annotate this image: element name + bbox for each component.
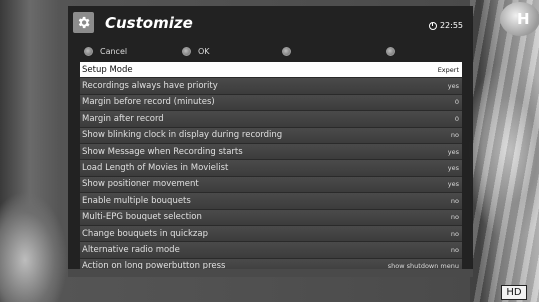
setting-label: Setup Mode — [82, 64, 133, 75]
setting-value: yes — [447, 164, 459, 173]
ok-button[interactable]: OK — [182, 47, 210, 56]
clock-icon — [428, 21, 437, 30]
setting-value: 0 — [454, 98, 459, 107]
gear-icon — [73, 12, 94, 33]
setting-value: no — [450, 245, 459, 254]
setting-row-show-message[interactable]: Show Message when Recording starts yes — [80, 143, 462, 161]
setting-value: no — [450, 196, 459, 205]
setting-label: Show positioner movement — [82, 179, 199, 190]
setting-label: Recordings always have priority — [82, 81, 218, 92]
setting-value: 0 — [454, 114, 459, 123]
setting-row-margin-after[interactable]: Margin after record 0 — [80, 111, 462, 128]
setting-value: no — [450, 131, 459, 140]
panel-footer — [68, 269, 473, 277]
clock: 22:55 — [428, 21, 463, 30]
hd-badge: HD — [501, 285, 527, 300]
clock-time: 22:55 — [439, 21, 463, 30]
yellow-button-icon — [282, 47, 291, 56]
setting-row-multiple-bouquets[interactable]: Enable multiple bouquets no — [80, 193, 462, 210]
setting-label: Alternative radio mode — [82, 244, 180, 255]
red-button-icon — [84, 47, 93, 56]
setting-row-recordings-priority[interactable]: Recordings always have priority yes — [80, 78, 462, 95]
blue-button[interactable] — [386, 47, 402, 56]
setting-row-setup-mode[interactable]: Setup Mode Expert — [80, 62, 462, 79]
blue-button-icon — [386, 47, 395, 56]
setting-label: Load Length of Movies in Movielist — [82, 163, 229, 174]
channel-logo-text: H — [517, 10, 530, 28]
settings-list: Setup Mode Expert Recordings always have… — [80, 62, 462, 276]
button-bar: Cancel OK — [84, 47, 464, 59]
setting-value: Expert — [437, 65, 459, 74]
setting-row-quickzap[interactable]: Change bouquets in quickzap no — [80, 225, 462, 243]
setting-label: Margin before record (minutes) — [82, 97, 215, 108]
tv-background-stripes — [470, 0, 539, 302]
setting-value: yes — [447, 82, 459, 91]
setting-label: Margin after record — [82, 113, 164, 124]
setting-value: yes — [447, 180, 459, 189]
setting-row-load-length[interactable]: Load Length of Movies in Movielist yes — [80, 160, 462, 177]
setting-row-blinking-clock[interactable]: Show blinking clock in display during re… — [80, 127, 462, 144]
setting-label: Show Message when Recording starts — [82, 146, 243, 157]
yellow-button[interactable] — [282, 47, 298, 56]
ok-button-label: OK — [198, 47, 210, 56]
cancel-button-label: Cancel — [100, 47, 128, 56]
setting-row-radio-mode[interactable]: Alternative radio mode no — [80, 242, 462, 259]
customize-panel: Customize 22:55 Cancel OK Setup Mode Exp… — [68, 6, 473, 277]
setting-row-margin-before[interactable]: Margin before record (minutes) 0 — [80, 94, 462, 112]
setting-value: no — [450, 229, 459, 238]
setting-row-positioner[interactable]: Show positioner movement yes — [80, 176, 462, 194]
setting-label: Enable multiple bouquets — [82, 195, 191, 206]
setting-label: Show blinking clock in display during re… — [82, 130, 283, 141]
setting-label: Multi-EPG bouquet selection — [82, 212, 202, 223]
cancel-button[interactable]: Cancel — [84, 47, 127, 56]
green-button-icon — [182, 47, 191, 56]
setting-row-multi-epg[interactable]: Multi-EPG bouquet selection no — [80, 209, 462, 226]
setting-value: yes — [447, 147, 459, 156]
setting-label: Change bouquets in quickzap — [82, 228, 208, 239]
setting-value: no — [450, 213, 459, 222]
page-title: Customize — [105, 14, 193, 32]
